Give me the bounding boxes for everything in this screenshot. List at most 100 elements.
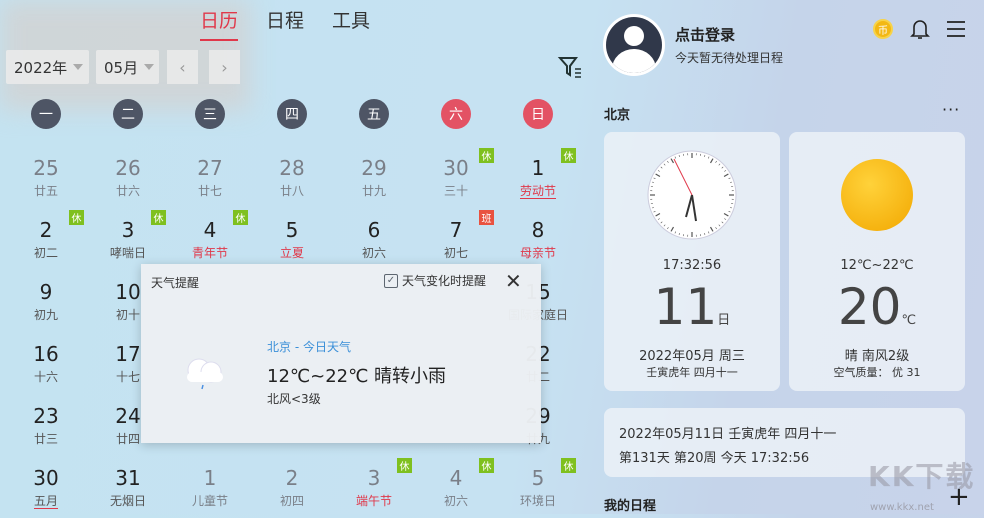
weather-card[interactable]: 12℃~22℃ 20℃ 晴 南风2级 空气质量： 优 31 [789,132,965,391]
lunar-text: 初十 [116,308,140,322]
lunar-text: 廿八 [280,184,304,198]
calendar-day-cell[interactable]: 26廿六 [87,146,169,208]
coin-icon[interactable]: 币 [873,19,893,39]
lunar-label: 廿九 [333,182,415,199]
lunar-label: 环境日 [497,492,579,509]
lunar-label: 廿六 [87,182,169,199]
day-number: 30 [5,466,87,490]
holiday-badge: 休 [397,458,412,473]
weekday-header: 五 [359,99,389,129]
lunar-text: 廿五 [34,184,58,198]
calendar-day-cell[interactable]: 3哮喘日休 [87,208,169,270]
weekday-header: 二 [113,99,143,129]
bell-icon[interactable] [910,18,930,40]
year-select[interactable]: 2022年 [6,50,89,84]
calendar-day-cell[interactable]: 27廿七 [169,146,251,208]
calendar-day-cell[interactable]: 9 初九 [5,270,87,332]
lunar-label: 廿七 [169,182,251,199]
popup-temperature: 12℃~22℃ 晴转小雨 [267,362,446,388]
lunar-label: 初七 [415,244,497,261]
calendar-day-cell[interactable]: 3端午节休 [333,456,415,518]
holiday-badge: 休 [233,210,248,225]
calendar-day-cell[interactable]: 25廿五 [5,146,87,208]
avatar[interactable] [603,14,665,76]
lunar-text: 立夏 [280,246,304,260]
weather-change-checkbox[interactable]: ✓天气变化时提醒 [384,272,486,289]
next-month-button[interactable]: › [209,50,240,84]
sun-icon [841,159,913,231]
lunar-text: 环境日 [520,494,556,508]
lunar-text: 哮喘日 [110,246,146,260]
city-label: 北京 [604,104,630,123]
weather-temp: 20 [838,278,902,336]
calendar-day-cell[interactable]: 5环境日休 [497,456,579,518]
weather-unit: ℃ [902,313,917,328]
more-options-button[interactable]: ··· [942,100,960,119]
lunar-label: 初六 [333,244,415,261]
watermark-url: www.kkx.net [870,502,934,513]
menu-icon[interactable] [946,20,966,38]
lunar-text: 初六 [362,246,386,260]
tab-calendar[interactable]: 日历 [200,6,238,41]
lunar-text: 廿四 [116,432,140,446]
clock-card: 17:32:56 11日 2022年05月 周三 壬寅虎年 四月十一 [604,132,780,391]
day-number: 1 [169,466,251,490]
cloud-rain-icon [179,352,229,392]
calendar-day-cell[interactable]: 7初七班 [415,208,497,270]
popup-title: 天气提醒 [151,274,199,291]
lunar-text: 廿九 [362,184,386,198]
lunar-label: 立夏 [251,244,333,261]
filter-icon[interactable] [557,54,583,80]
close-button[interactable]: ✕ [505,269,522,293]
lunar-text: 廿七 [198,184,222,198]
my-schedule-heading: 我的日程 [604,495,656,514]
calendar-day-cell[interactable]: 23廿三 [5,394,87,456]
calendar-day-cell[interactable]: 28 廿八 [251,146,333,208]
month-select[interactable]: 05月 [96,50,159,84]
lunar-text: 儿童节 [192,494,228,508]
calendar-day-cell[interactable]: 2初二休 [5,208,87,270]
calendar-day-cell[interactable]: 8母亲节 [497,208,579,270]
day-number: 6 [333,218,415,242]
analog-clock-icon [646,149,738,241]
day-number: 5 [251,218,333,242]
prev-month-button[interactable]: ‹ [167,50,198,84]
lunar-label: 初四 [251,492,333,509]
weekday-header: 三 [195,99,225,129]
calendar-day-cell[interactable]: 29 廿九 [333,146,415,208]
lunar-text: 初九 [34,308,58,322]
day-number: 29 [333,156,415,180]
tab-schedule[interactable]: 日程 [266,6,304,41]
day-number: 2 [251,466,333,490]
calendar-day-cell[interactable]: 30五月 [5,456,87,518]
lunar-text: 劳动节 [520,184,556,199]
workday-badge: 班 [479,210,494,225]
calendar-day-cell[interactable]: 2 初四 [251,456,333,518]
day-number: 28 [251,156,333,180]
calendar-day-cell[interactable]: 31无烟日 [87,456,169,518]
calendar-day-cell[interactable]: 5 立夏 [251,208,333,270]
calendar-day-cell[interactable]: 6 初六 [333,208,415,270]
holiday-badge: 休 [561,148,576,163]
holiday-badge: 休 [561,458,576,473]
calendar-day-cell[interactable]: 1劳动节休 [497,146,579,208]
login-link[interactable]: 点击登录 [675,24,735,45]
month-value: 05月 [104,57,138,78]
calendar-day-cell[interactable]: 1 儿童节 [169,456,251,518]
lunar-label: 母亲节 [497,244,579,261]
calendar-day-cell[interactable]: 16十六 [5,332,87,394]
calendar-day-cell[interactable]: 4青年节休 [169,208,251,270]
add-schedule-button[interactable]: + [948,484,970,510]
lunar-label: 哮喘日 [87,244,169,261]
clock-day: 11 [654,278,718,336]
lunar-text: 母亲节 [520,246,556,260]
day-number: 9 [5,280,87,304]
holiday-badge: 休 [151,210,166,225]
calendar-day-cell[interactable]: 30三十休 [415,146,497,208]
calendar-day-cell[interactable]: 4初六休 [415,456,497,518]
tab-tools[interactable]: 工具 [332,6,370,41]
lunar-text: 初六 [444,494,468,508]
lunar-label: 廿八 [251,182,333,199]
date-info-line2: 第131天 第20周 今天 17:32:56 [619,447,809,466]
clock-time: 17:32:56 [604,258,780,273]
